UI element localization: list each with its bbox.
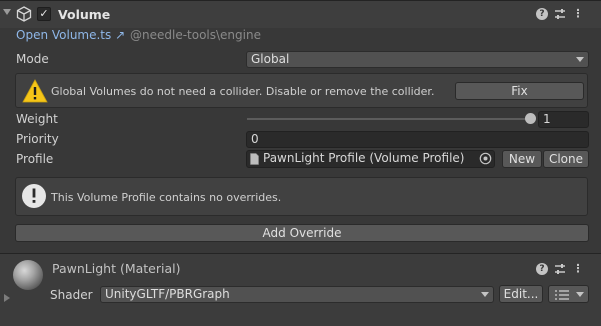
presets-icon[interactable] (553, 7, 567, 21)
material-foldout-icon[interactable] (4, 294, 10, 302)
warning-text: Global Volumes do not need a collider. D… (51, 85, 435, 98)
info-text: This Volume Profile contains no override… (51, 191, 282, 204)
chevron-down-icon (576, 57, 584, 62)
object-picker-icon[interactable] (479, 152, 492, 165)
help-icon[interactable]: ? (536, 8, 548, 20)
priority-label: Priority (16, 132, 59, 146)
clone-profile-button[interactable]: Clone (543, 150, 589, 168)
chevron-down-icon (576, 292, 584, 297)
cube-icon (16, 6, 32, 22)
weight-input[interactable]: 1 (538, 111, 589, 128)
add-override-button[interactable]: Add Override (15, 224, 589, 242)
material-more-icon[interactable]: ⋮ (571, 262, 585, 276)
info-icon (22, 184, 46, 208)
mode-label: Mode (16, 52, 49, 66)
component-title: Volume (58, 7, 111, 22)
profile-value: PawnLight Profile (Volume Profile) (263, 151, 465, 165)
weight-label: Weight (16, 112, 58, 126)
weight-slider-handle[interactable] (525, 113, 536, 124)
open-script-link[interactable]: Open Volume.ts ↗ (16, 28, 125, 42)
priority-input[interactable]: 0 (246, 131, 589, 148)
script-package-path: @needle-tools\engine (130, 28, 261, 42)
profile-label: Profile (16, 152, 54, 166)
material-preview-sphere (13, 260, 43, 290)
new-profile-button[interactable]: New (502, 150, 542, 168)
material-help-icon[interactable]: ? (536, 263, 548, 275)
fix-button[interactable]: Fix (455, 82, 584, 100)
shader-options-button[interactable] (548, 285, 589, 303)
mode-value: Global (251, 52, 290, 66)
more-icon[interactable]: ⋮ (571, 7, 585, 21)
shader-dropdown[interactable]: UnityGLTF/PBRGraph (100, 286, 494, 303)
profile-object-field[interactable]: PawnLight Profile (Volume Profile) (246, 150, 495, 168)
chevron-down-icon (481, 292, 489, 297)
shader-label: Shader (50, 288, 93, 302)
mode-dropdown[interactable]: Global (246, 51, 589, 68)
material-title: PawnLight (Material) (52, 261, 181, 276)
warning-icon (22, 79, 48, 103)
list-icon (555, 290, 569, 300)
foldout-arrow-icon[interactable] (3, 9, 11, 15)
material-presets-icon[interactable] (553, 262, 567, 276)
edit-shader-button[interactable]: Edit... (499, 285, 543, 303)
asset-file-icon (250, 153, 259, 165)
enabled-checkbox[interactable]: ✓ (37, 7, 51, 21)
weight-slider-track[interactable] (247, 118, 535, 120)
shader-value: UnityGLTF/PBRGraph (105, 287, 230, 301)
